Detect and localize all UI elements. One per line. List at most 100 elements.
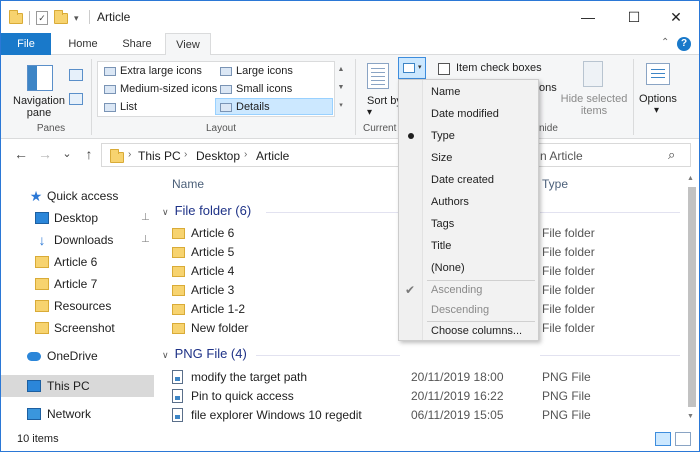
new-folder-icon[interactable] [54, 9, 68, 24]
layout-gallery-scroll[interactable]: ▲ ▼ ▾ [335, 61, 347, 117]
item-check-boxes-checkbox[interactable] [438, 63, 450, 75]
group-divider [256, 355, 400, 356]
nav-item-onedrive[interactable]: OneDrive [1, 345, 154, 367]
sort-option-date-created[interactable]: Date created [399, 169, 538, 191]
navigation-pane-button[interactable]: Navigation pane [11, 95, 67, 119]
menu-item-label: Choose columns... [431, 325, 523, 337]
sort-by-button[interactable]: Sort by [367, 95, 402, 107]
properties-check-icon[interactable]: ✓ [36, 11, 48, 25]
title-divider [89, 10, 90, 24]
scrollbar-thumb[interactable] [688, 187, 696, 407]
file-extensions-label-partial[interactable]: ons [539, 82, 557, 94]
table-row[interactable]: modify the target path 20/11/2019 18:00 … [172, 368, 692, 387]
vertical-scrollbar[interactable]: ▲ ▼ [685, 173, 698, 425]
minimize-button[interactable]: — [565, 1, 611, 33]
nav-item-network[interactable]: Network [1, 403, 154, 425]
group-header-file-folder[interactable]: ∨ File folder (6) [162, 203, 251, 218]
close-button[interactable]: ✕ [653, 1, 699, 33]
navigation-pane-icon[interactable] [27, 65, 53, 91]
tab-home[interactable]: Home [59, 33, 107, 55]
layout-list[interactable]: List [100, 99, 214, 116]
sort-option-tags[interactable]: Tags [399, 213, 538, 235]
search-input[interactable]: n Article [540, 149, 583, 163]
pin-icon: ⊥ [141, 212, 150, 223]
layout-large-icons[interactable]: Large icons [216, 63, 332, 80]
nav-item-quick-access[interactable]: ★ Quick access [1, 185, 154, 207]
current-view-group-label: Current [363, 123, 397, 134]
group-by-button[interactable]: ▾ [398, 57, 426, 79]
scroll-up-icon[interactable]: ▲ [687, 175, 694, 182]
large-icons-view-toggle[interactable] [675, 432, 691, 446]
sort-option-none[interactable]: (None) [399, 257, 538, 279]
search-icon[interactable]: ⌕ [668, 147, 675, 163]
forward-button[interactable]: → [37, 146, 53, 162]
sort-by-arrow-icon[interactable]: ▾ [367, 107, 372, 118]
maximize-button[interactable]: ☐ [611, 1, 657, 33]
layout-item-label: Details [236, 101, 270, 113]
breadcrumb-chevron-icon[interactable]: › [184, 149, 187, 160]
nav-item-article-7[interactable]: Article 7 [1, 273, 154, 295]
breadcrumb-article[interactable]: Article [256, 149, 289, 163]
up-button[interactable]: ↑ [81, 146, 97, 162]
layout-details[interactable]: Details [215, 98, 333, 115]
details-pane-icon[interactable] [69, 93, 83, 105]
sort-ascending[interactable]: ✔ Ascending [399, 279, 538, 301]
details-view-toggle[interactable] [655, 432, 671, 446]
column-header-type[interactable]: Type [542, 177, 568, 191]
layout-small-icons[interactable]: Small icons [216, 81, 332, 98]
recent-locations-button[interactable]: ⌄ [59, 147, 75, 160]
file-name: Article 5 [191, 245, 235, 259]
tab-view[interactable]: View [165, 33, 211, 56]
help-icon[interactable]: ? [677, 37, 691, 51]
search-box[interactable]: n Article ⌕ [521, 143, 691, 167]
table-row[interactable]: file explorer Windows 10 regedit 06/11/2… [172, 406, 692, 425]
nav-item-resources[interactable]: Resources [1, 295, 154, 317]
back-button[interactable]: ← [13, 146, 29, 162]
preview-pane-icon[interactable] [69, 69, 83, 81]
item-check-boxes-label[interactable]: Item check boxes [456, 62, 542, 74]
nav-item-article-6[interactable]: Article 6 [1, 251, 154, 273]
table-row[interactable]: Pin to quick access 20/11/2019 16:22 PNG… [172, 387, 692, 406]
customize-qat-arrow-icon[interactable]: ▾ [74, 13, 79, 24]
ribbon-collapse-icon[interactable]: ⌃ [661, 37, 669, 48]
small-icons-icon [220, 85, 232, 94]
sort-by-icon[interactable] [367, 63, 389, 89]
pin-icon: ⊥ [141, 234, 150, 245]
nav-item-this-pc[interactable]: This PC [1, 375, 154, 397]
group-header-label: File folder (6) [174, 203, 252, 218]
nav-item-downloads[interactable]: ↓ Downloads ⊥ [1, 229, 154, 251]
quick-access-toolbar: ✓ ▾ [9, 9, 79, 27]
choose-columns[interactable]: Choose columns... [399, 320, 538, 342]
sort-option-name[interactable]: Name [399, 81, 538, 103]
sort-option-size[interactable]: Size [399, 147, 538, 169]
breadcrumb-this-pc[interactable]: This PC [138, 149, 181, 163]
options-button[interactable]: Options [639, 93, 677, 105]
scroll-down-icon[interactable]: ▼ [687, 413, 694, 420]
tab-share[interactable]: Share [113, 33, 161, 55]
folder-icon [35, 278, 49, 290]
options-icon[interactable] [646, 63, 670, 85]
layout-extra-large-icons[interactable]: Extra large icons [100, 63, 214, 80]
ribbon-divider [91, 59, 92, 135]
sort-option-title[interactable]: Title [399, 235, 538, 257]
breadcrumb-desktop[interactable]: Desktop [196, 149, 240, 163]
nav-item-screenshot[interactable]: Screenshot [1, 317, 154, 339]
details-icon [220, 103, 232, 112]
nav-item-desktop[interactable]: Desktop ⊥ [1, 207, 154, 229]
sort-descending[interactable]: Descending [399, 299, 538, 321]
selected-bullet-icon [408, 133, 414, 139]
tab-file[interactable]: File [1, 33, 51, 55]
options-arrow-icon[interactable]: ▾ [654, 105, 659, 116]
sort-option-authors[interactable]: Authors [399, 191, 538, 213]
column-header-name[interactable]: Name [172, 177, 204, 191]
file-name: Article 3 [191, 283, 235, 297]
sort-option-date-modified[interactable]: Date modified [399, 103, 538, 125]
group-header-png-file[interactable]: ∨ PNG File (4) [162, 346, 247, 361]
sort-option-type[interactable]: Type [399, 125, 538, 147]
computer-icon [27, 380, 41, 392]
breadcrumb-chevron-icon[interactable]: › [244, 149, 247, 160]
breadcrumb-chevron-icon[interactable]: › [128, 149, 131, 160]
nav-label: Network [47, 407, 92, 421]
layout-medium-icons[interactable]: Medium-sized icons [100, 81, 217, 98]
image-file-icon [172, 408, 183, 422]
